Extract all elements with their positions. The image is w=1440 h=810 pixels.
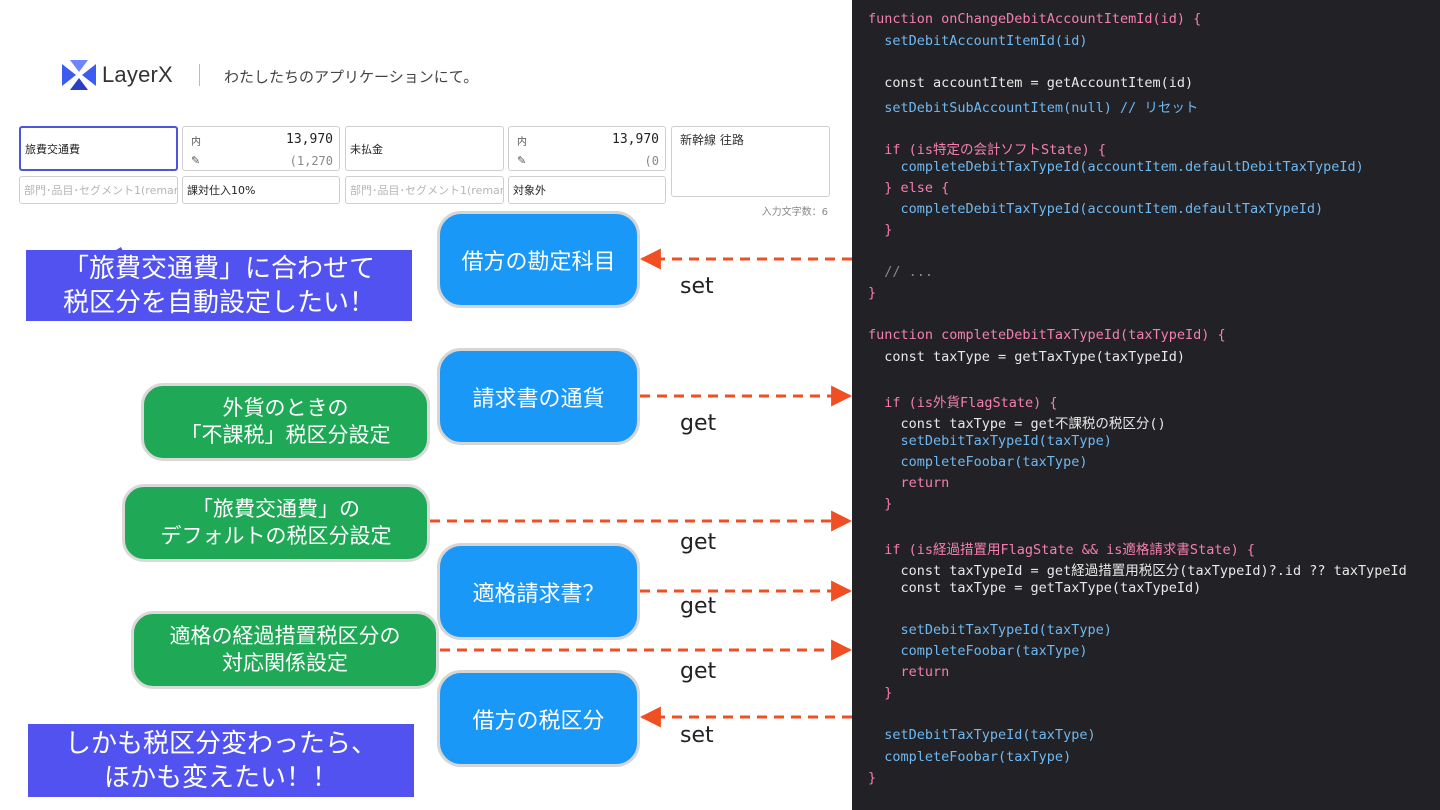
account-item-value: 旅費交通費 xyxy=(25,142,80,156)
amount-value-2: 13,970 xyxy=(612,132,659,147)
callout-default-tax: 「旅費交通費」の デフォルトの税区分設定 xyxy=(122,484,430,562)
code-line: } xyxy=(868,285,877,301)
tagline: わたしたちのアプリケーションにて。 xyxy=(224,68,479,86)
code-line: } xyxy=(868,496,893,512)
node-debit-account: 借方の勘定科目 xyxy=(437,211,640,308)
amount-field-2[interactable]: 内 ✎ 13,970 (0 xyxy=(508,126,666,171)
segment-placeholder-2: 部門･品目･セグメント1(remar xyxy=(350,184,504,197)
layerx-logo: LayerX xyxy=(62,60,173,90)
segment-input[interactable]: 部門･品目･セグメント1(remar xyxy=(19,176,178,204)
node-qualified-invoice: 適格請求書？ xyxy=(437,543,640,640)
account-item-field[interactable]: 旅費交通費 xyxy=(19,126,178,171)
tax-inclusive-label-2: 内 xyxy=(517,137,527,148)
code-line: const taxType = getTaxType(taxTypeId) xyxy=(868,349,1185,365)
code-line: completeDebitTaxTypeId(accountItem.defau… xyxy=(868,201,1324,217)
label-get-1: get xyxy=(680,411,717,436)
code-line: if (is特定の会計ソフトState) { xyxy=(868,142,1107,158)
code-line: const accountItem = getAccountItem(id) xyxy=(868,75,1194,91)
code-line: const taxType = get不課税の税区分() xyxy=(868,416,1166,432)
code-line: } xyxy=(868,222,893,238)
label-get-4: get xyxy=(680,659,717,684)
layerx-logo-icon xyxy=(62,60,96,90)
tax-amount-value: (1,270 xyxy=(289,154,333,168)
edit-icon[interactable]: ✎ xyxy=(191,154,200,167)
header-divider xyxy=(199,64,200,86)
callout-transitional-tax: 適格の経過措置税区分の 対応関係設定 xyxy=(131,611,439,689)
code-line: completeFoobar(taxType) xyxy=(868,643,1088,659)
segment-placeholder: 部門･品目･セグメント1(remar xyxy=(24,184,178,197)
segment-input-2[interactable]: 部門･品目･セグメント1(remar xyxy=(345,176,504,204)
code-line: // ... xyxy=(868,264,934,280)
tax-category-select[interactable]: 課対仕入10% xyxy=(182,176,340,204)
code-line: if (is外貨FlagState) { xyxy=(868,395,1058,411)
code-line: } else { xyxy=(868,180,950,196)
tax-amount-value-2: (0 xyxy=(644,154,659,168)
code-line: completeFoobar(taxType) xyxy=(868,454,1088,470)
char-count: 入力文字数：6 xyxy=(761,207,828,218)
label-get-2: get xyxy=(680,530,717,555)
tax-category-select-2[interactable]: 対象外 xyxy=(508,176,666,204)
account-item-value-2: 未払金 xyxy=(350,142,383,156)
code-line: return xyxy=(868,475,950,491)
memo-field[interactable]: 新幹線 往路 xyxy=(671,126,830,197)
code-line: completeFoobar(taxType) xyxy=(868,749,1072,765)
code-line: setDebitTaxTypeId(taxType) xyxy=(868,622,1112,638)
node-invoice-currency: 請求書の通貨 xyxy=(437,348,640,445)
callout-foreign-currency: 外貨のときの 「不課税」税区分設定 xyxy=(141,383,430,461)
label-set-1: set xyxy=(680,274,714,299)
code-line: setDebitTaxTypeId(taxType) xyxy=(868,727,1096,743)
callout-cascade: しかも税区分変わったら、 ほかも変えたい！！ xyxy=(28,724,414,797)
node-debit-tax: 借方の税区分 xyxy=(437,670,640,767)
code-line: setDebitAccountItemId(id) xyxy=(868,33,1088,49)
code-line: const taxType = getTaxType(taxTypeId) xyxy=(868,580,1202,596)
edit-icon[interactable]: ✎ xyxy=(517,154,526,167)
account-item-field-2[interactable]: 未払金 xyxy=(345,126,504,171)
code-line: return xyxy=(868,664,950,680)
label-get-3: get xyxy=(680,594,717,619)
code-line: completeDebitTaxTypeId(accountItem.defau… xyxy=(868,159,1364,175)
logo-text: LayerX xyxy=(102,62,173,87)
code-panel: function onChangeDebitAccountItemId(id) … xyxy=(852,0,1440,810)
code-line: function completeDebitTaxTypeId(taxTypeI… xyxy=(868,327,1226,343)
tax-inclusive-label: 内 xyxy=(191,137,201,148)
tax-category-value-2: 対象外 xyxy=(513,184,546,197)
code-line: setDebitTaxTypeId(taxType) xyxy=(868,433,1112,449)
tax-category-value: 課対仕入10% xyxy=(187,184,256,197)
callout-auto-tax: 「旅費交通費」に合わせて 税区分を自動設定したい！ xyxy=(26,250,412,321)
label-set-2: set xyxy=(680,723,714,748)
code-line: } xyxy=(868,770,877,786)
memo-value: 新幹線 往路 xyxy=(680,133,744,147)
code-line: } xyxy=(868,685,893,701)
amount-value: 13,970 xyxy=(286,132,333,147)
code-line: const taxTypeId = get経過措置用税区分(taxTypeId)… xyxy=(868,563,1407,579)
code-line: setDebitSubAccountItem(null) // リセット xyxy=(868,100,1199,116)
amount-field-1[interactable]: 内 ✎ 13,970 (1,270 xyxy=(182,126,340,171)
code-line: function onChangeDebitAccountItemId(id) … xyxy=(868,11,1202,27)
code-line: if (is経過措置用FlagState && is適格請求書State) { xyxy=(868,542,1255,558)
